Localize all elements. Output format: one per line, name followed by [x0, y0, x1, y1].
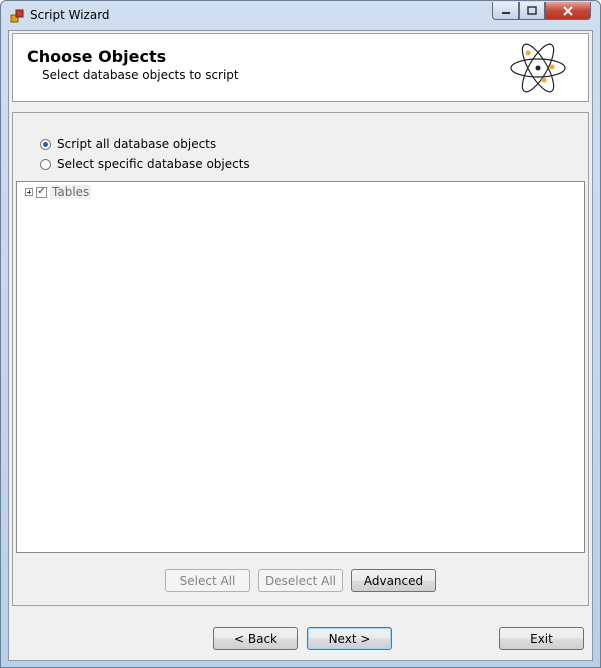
expand-icon[interactable]: [25, 188, 33, 196]
minimize-icon: [501, 11, 510, 14]
maximize-icon: [527, 6, 537, 15]
back-button[interactable]: < Back: [213, 627, 298, 650]
choose-objects-panel: Script all database objects Select speci…: [12, 112, 589, 606]
next-button[interactable]: Next >: [307, 627, 392, 650]
maximize-button[interactable]: [519, 2, 545, 20]
deselect-all-button[interactable]: Deselect All: [258, 569, 343, 592]
script-wizard-window: Script Wizard Choose Objects Select data…: [0, 0, 601, 668]
minimize-button[interactable]: [492, 2, 519, 20]
script-all-label[interactable]: Script all database objects: [57, 137, 216, 151]
select-specific-label[interactable]: Select specific database objects: [57, 157, 250, 171]
exit-button[interactable]: Exit: [499, 627, 584, 650]
tree-node-tables[interactable]: ✓ Tables: [25, 185, 92, 199]
close-icon: [563, 5, 573, 16]
window-title: Script Wizard: [30, 8, 110, 22]
wizard-body: Choose Objects Select database objects t…: [8, 30, 593, 661]
page-title: Choose Objects: [27, 47, 167, 66]
page-subtitle: Select database objects to script: [42, 68, 239, 82]
close-button[interactable]: [545, 2, 591, 20]
select-specific-option[interactable]: Select specific database objects: [40, 157, 250, 171]
select-all-button[interactable]: Select All: [165, 569, 250, 592]
advanced-button[interactable]: Advanced: [351, 569, 436, 592]
script-all-option[interactable]: Script all database objects: [40, 137, 216, 151]
script-all-radio[interactable]: [40, 138, 51, 150]
app-icon: [10, 9, 24, 23]
select-specific-radio[interactable]: [40, 158, 51, 170]
title-bar[interactable]: Script Wizard: [1, 1, 600, 31]
checkbox-icon[interactable]: ✓: [36, 186, 47, 198]
atom-icon: [510, 43, 566, 93]
tree-node-label[interactable]: Tables: [50, 185, 92, 199]
wizard-header: Choose Objects Select database objects t…: [12, 33, 589, 102]
objects-tree[interactable]: ✓ Tables: [16, 181, 585, 553]
